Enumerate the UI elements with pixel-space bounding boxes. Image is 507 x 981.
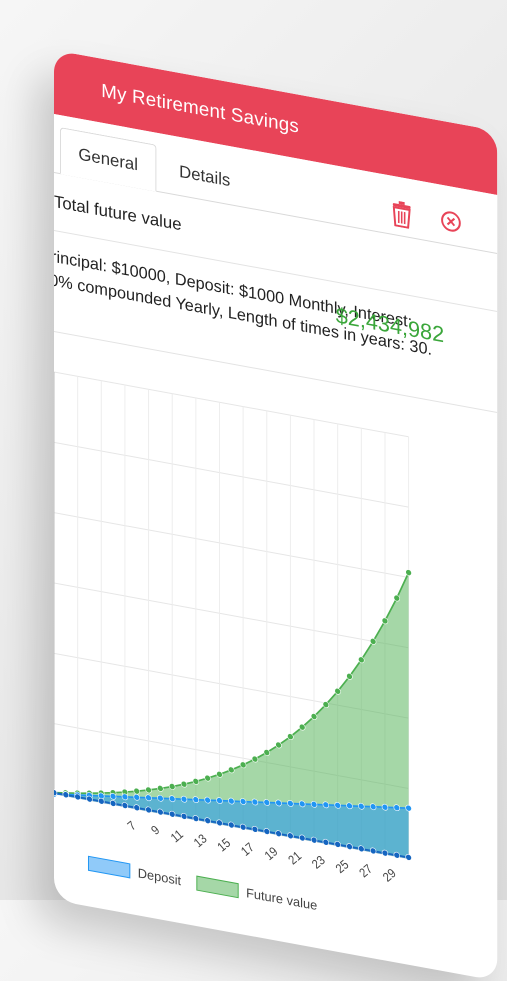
- x-tick-label: 13: [191, 831, 210, 851]
- x-tick-label: 21: [285, 848, 304, 868]
- x-tick-label: 23: [309, 852, 328, 872]
- x-tick-label: 19: [262, 844, 281, 864]
- savings-card: My Retirement Savings General Details To…: [54, 50, 497, 981]
- x-tick-label: 11: [168, 826, 187, 845]
- legend-label: Deposit: [138, 865, 182, 888]
- savings-chart: $3M2M7911131517192123252729ipalDepositFu…: [54, 321, 418, 958]
- x-tick-label: 25: [333, 857, 352, 877]
- grid-line: [54, 513, 409, 578]
- x-tick-label: 17: [238, 839, 257, 859]
- trash-icon[interactable]: [391, 200, 413, 235]
- legend-label: Future value: [246, 885, 317, 913]
- x-tick-label: 15: [214, 835, 233, 855]
- total-future-value-label: Total future value: [54, 192, 182, 235]
- legend-swatch: [197, 876, 238, 898]
- point-ipal: [54, 789, 57, 796]
- x-tick-label: 7: [124, 818, 139, 834]
- point-ipal: [406, 854, 412, 861]
- x-tick-label: 29: [380, 865, 399, 885]
- grid-line: [54, 583, 409, 648]
- grid-line: [54, 442, 409, 507]
- x-tick-label: 27: [356, 861, 375, 881]
- x-tick-label: 9: [148, 822, 163, 838]
- legend-swatch: [88, 856, 129, 878]
- close-circle-icon[interactable]: [440, 209, 462, 240]
